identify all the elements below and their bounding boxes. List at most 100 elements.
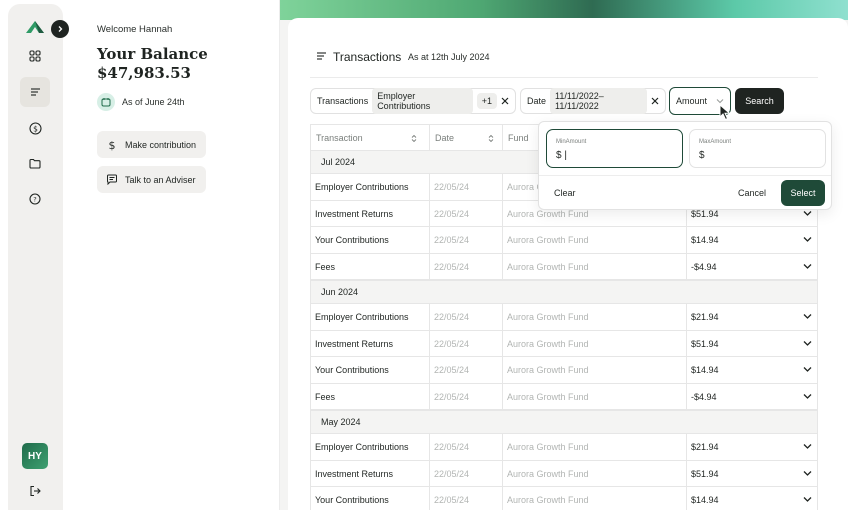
sidebar-item-help[interactable]: ?: [20, 184, 50, 214]
expand-row-chevron-icon[interactable]: [803, 313, 812, 320]
fund-cell: Aurora Growth Fund: [507, 495, 589, 505]
amount-cell: $21.94: [691, 442, 719, 452]
table-row[interactable]: Fees 22/05/24 Aurora Growth Fund -$4.94: [310, 253, 818, 280]
column-divider: [429, 253, 430, 280]
month-label: Jul 2024: [321, 157, 356, 167]
date-cell: 22/05/24: [434, 442, 470, 452]
date-cell: 22/05/24: [434, 391, 470, 402]
app: $ ? HY Welcome Hannah Your Balance $47,9…: [0, 0, 848, 510]
list-icon: [30, 88, 40, 96]
transaction-type-filter[interactable]: Transactions Employer Contributions +1: [310, 88, 516, 114]
table-row[interactable]: Employer Contributions 22/05/24 Aurora Gro…: [310, 304, 818, 331]
column-divider: [502, 357, 503, 383]
column-header-date[interactable]: Date: [435, 133, 494, 143]
month-label: Jun 2024: [321, 287, 359, 297]
table-row[interactable]: Investment Returns 22/05/24 Aurora Growth …: [310, 330, 818, 357]
column-header-fund-label: Fund: [508, 133, 529, 143]
chat-icon: [105, 174, 119, 185]
balance-title: Your Balance: [97, 45, 208, 63]
column-header-fund[interactable]: Fund: [508, 133, 529, 143]
column-divider: [502, 227, 503, 253]
expand-row-chevron-icon[interactable]: [803, 496, 812, 503]
column-divider: [429, 227, 430, 253]
clear-transaction-filter-button[interactable]: [501, 97, 509, 105]
column-divider: [502, 487, 503, 510]
amount-cell: -$4.94: [691, 261, 717, 272]
date-cell: 22/05/24: [434, 468, 470, 479]
help-circle-icon: ?: [29, 193, 41, 205]
transaction-type-cell: Employer Contributions: [315, 182, 409, 192]
calendar-icon: [97, 93, 115, 111]
column-divider: [502, 434, 503, 460]
table-row[interactable]: Your Contributions 22/05/24 Aurora Growth …: [310, 227, 818, 254]
min-amount-input[interactable]: $ |: [556, 150, 567, 161]
make-contribution-label: Make contribution: [125, 139, 197, 150]
fund-cell: Aurora Growth Fund: [507, 261, 589, 272]
sidebar-item-dashboard[interactable]: [20, 41, 50, 71]
expand-row-chevron-icon[interactable]: [803, 340, 812, 347]
expand-row-chevron-icon[interactable]: [803, 236, 812, 243]
expand-row-chevron-icon[interactable]: [803, 263, 812, 270]
max-amount-field[interactable]: MaxAmount $: [689, 129, 826, 168]
amount-cell: -$4.94: [691, 391, 717, 402]
dollar-circle-icon: $: [28, 121, 42, 135]
table-row[interactable]: Your Contributions 22/05/24 Aurora Growth …: [310, 357, 818, 384]
date-cell: 22/05/24: [434, 261, 470, 272]
transaction-type-cell: Employer Contributions: [315, 312, 409, 322]
column-divider: [686, 304, 687, 330]
logout-button[interactable]: [20, 476, 50, 506]
clear-button[interactable]: Clear: [554, 188, 576, 198]
panel-divider: [539, 175, 831, 176]
sidebar-toggle-button[interactable]: [51, 20, 69, 38]
sidebar-item-documents[interactable]: [20, 148, 50, 178]
clear-date-filter-button[interactable]: [651, 97, 659, 105]
table-row[interactable]: Fees 22/05/24 Aurora Growth Fund -$4.94: [310, 383, 818, 410]
talk-to-adviser-button[interactable]: Talk to an Adviser: [97, 166, 206, 193]
sidebar-item-contributions[interactable]: $: [20, 113, 50, 143]
close-icon: [501, 97, 509, 105]
amount-cell: $14.94: [691, 235, 719, 245]
table-row[interactable]: Investment Returns 22/05/24 Aurora Growth …: [310, 460, 818, 487]
expand-row-chevron-icon[interactable]: [803, 393, 812, 400]
month-group-header: Jun 2024: [310, 280, 818, 304]
column-divider: [686, 330, 687, 357]
date-filter-label: Date: [527, 96, 547, 106]
sidebar-item-transactions[interactable]: [20, 77, 50, 107]
transaction-filter-chip: Employer Contributions: [372, 88, 473, 114]
fund-cell: Aurora Growth Fund: [507, 208, 589, 219]
dollar-icon: $: [105, 139, 119, 151]
make-contribution-button[interactable]: $ Make contribution: [97, 131, 207, 158]
user-avatar[interactable]: HY: [22, 443, 48, 469]
fund-cell: Aurora Growth Fund: [507, 235, 589, 245]
grid-icon: [29, 50, 41, 62]
amount-cell: $51.94: [691, 208, 719, 219]
column-divider: [686, 227, 687, 253]
title-divider: [310, 77, 818, 78]
date-filter[interactable]: Date 11/11/2022–11/11/2022: [520, 88, 666, 114]
search-button[interactable]: Search: [735, 88, 784, 114]
max-amount-label: MaxAmount: [699, 139, 732, 145]
date-cell: 22/05/24: [434, 338, 470, 349]
select-button[interactable]: Select: [781, 180, 825, 206]
expand-row-chevron-icon[interactable]: [803, 470, 812, 477]
transaction-type-cell: Investment Returns: [315, 468, 394, 479]
expand-row-chevron-icon[interactable]: [803, 443, 812, 450]
amount-cell: $14.94: [691, 365, 719, 375]
expand-row-chevron-icon[interactable]: [803, 366, 812, 373]
amount-filter-label: Amount: [676, 96, 708, 106]
cancel-button[interactable]: Cancel: [738, 188, 766, 198]
brand-logo[interactable]: [24, 18, 46, 34]
min-amount-field[interactable]: MinAmount $ |: [546, 129, 683, 168]
expand-row-chevron-icon[interactable]: [803, 210, 812, 217]
table-row[interactable]: Employer Contributions 22/05/24 Aurora Gro…: [310, 434, 818, 461]
sort-icon: [488, 134, 494, 142]
svg-text:?: ?: [33, 196, 36, 204]
svg-text:$: $: [109, 139, 116, 151]
table-row[interactable]: Your Contributions 22/05/24 Aurora Growth …: [310, 487, 818, 510]
column-divider: [429, 383, 430, 410]
column-header-transaction[interactable]: Transaction: [316, 133, 417, 143]
column-divider: [502, 383, 503, 410]
max-amount-input[interactable]: $: [699, 150, 705, 161]
amount-cell: $14.94: [691, 495, 719, 505]
transaction-type-cell: Investment Returns: [315, 208, 394, 219]
